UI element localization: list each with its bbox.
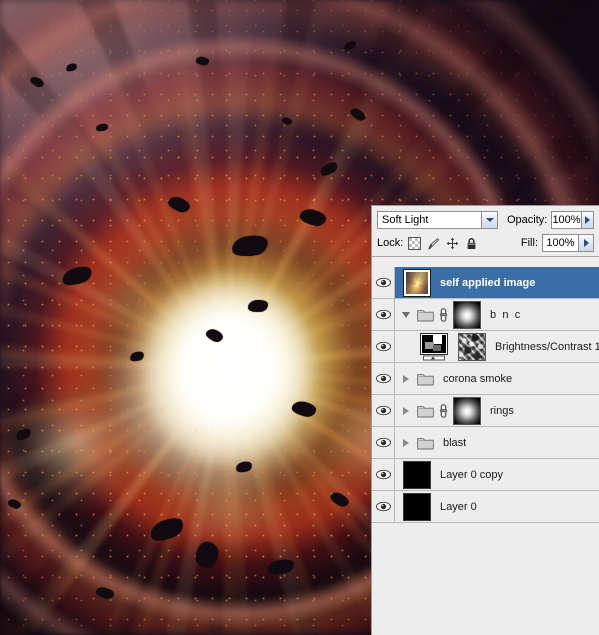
layer-name[interactable]: Layer 0 — [440, 501, 477, 513]
fill-input[interactable]: 100% — [542, 234, 578, 252]
blend-mode-combo[interactable]: Soft Light — [377, 211, 498, 229]
eye-icon[interactable] — [375, 501, 391, 512]
layer-row-layer-0[interactable]: Layer 0 — [372, 491, 599, 523]
layer-row-self-applied-image[interactable]: self applied image — [372, 267, 599, 299]
layer-thumbnail[interactable] — [403, 492, 431, 521]
layer-name[interactable]: Layer 0 copy — [440, 469, 503, 481]
disclosure-triangle-right-icon[interactable] — [399, 374, 413, 383]
layer-name[interactable]: rings — [490, 405, 514, 417]
opacity-label: Opacity: — [507, 214, 548, 226]
blend-mode-value[interactable]: Soft Light — [377, 211, 481, 229]
lock-fill-row: Lock: Fill: 100% — [377, 233, 594, 253]
layer-list-empty-area[interactable] — [372, 523, 599, 635]
layer-visibility-toggle[interactable] — [372, 363, 395, 394]
lock-transparent-pixels-icon[interactable] — [408, 236, 422, 250]
lock-label: Lock: — [377, 237, 404, 249]
layer-list[interactable]: self applied image b n c Brightness/Contra… — [372, 267, 599, 635]
layer-visibility-toggle[interactable] — [372, 267, 395, 298]
link-mask-icon[interactable] — [439, 307, 448, 322]
fill-label: Fill: — [520, 237, 538, 249]
layer-row-layer-0-copy[interactable]: Layer 0 copy — [372, 459, 599, 491]
disclosure-triangle-down-icon[interactable] — [399, 311, 413, 318]
layer-name[interactable]: Brightness/Contrast 1 — [495, 341, 599, 353]
layer-visibility-toggle[interactable] — [372, 491, 395, 522]
disclosure-triangle-right-icon[interactable] — [399, 438, 413, 447]
layer-row-blast[interactable]: blast — [372, 427, 599, 459]
layer-visibility-toggle[interactable] — [372, 299, 395, 330]
folder-icon — [417, 405, 434, 417]
opacity-slider-triangle-right-icon[interactable] — [580, 211, 594, 229]
folder-icon — [417, 437, 434, 449]
layer-visibility-toggle[interactable] — [372, 427, 395, 458]
fill-slider-triangle-right-icon[interactable] — [578, 234, 594, 252]
layer-name[interactable]: blast — [443, 437, 466, 449]
photoshop-screenshot: Soft Light Opacity: 100% Lock: Fill: 100… — [0, 0, 599, 635]
folder-icon — [417, 373, 434, 385]
opacity-input[interactable]: 100% — [551, 211, 581, 229]
lock-icon-group — [408, 236, 478, 250]
layer-thumbnail[interactable] — [403, 268, 431, 297]
layer-mask-thumbnail[interactable] — [453, 396, 481, 425]
layer-row-brightness-contrast-1[interactable]: Brightness/Contrast 1 — [372, 331, 599, 363]
lock-all-padlock-icon[interactable] — [465, 237, 478, 250]
folder-icon — [417, 309, 434, 321]
layer-visibility-toggle[interactable] — [372, 331, 395, 362]
eye-icon[interactable] — [375, 373, 391, 384]
layer-mask-thumbnail[interactable] — [458, 332, 486, 361]
blend-opacity-row: Soft Light Opacity: 100% — [377, 210, 594, 230]
layer-name[interactable]: self applied image — [440, 277, 535, 289]
layer-thumbnail[interactable] — [403, 460, 431, 489]
chevron-down-icon[interactable] — [481, 211, 498, 229]
panel-divider — [372, 256, 599, 257]
eye-icon[interactable] — [375, 437, 391, 448]
eye-icon[interactable] — [375, 341, 391, 352]
layer-row-rings[interactable]: rings — [372, 395, 599, 427]
layer-row-corona-smoke[interactable]: corona smoke — [372, 363, 599, 395]
layer-mask-thumbnail[interactable] — [453, 300, 481, 329]
link-mask-icon[interactable] — [439, 403, 448, 418]
eye-icon[interactable] — [375, 309, 391, 320]
eye-icon[interactable] — [375, 277, 391, 288]
layer-row-b-n-c[interactable]: b n c — [372, 299, 599, 331]
eye-icon[interactable] — [375, 405, 391, 416]
disclosure-triangle-right-icon[interactable] — [399, 406, 413, 415]
layer-name[interactable]: b n c — [490, 309, 522, 321]
lock-position-move-icon[interactable] — [446, 237, 459, 250]
layer-name[interactable]: corona smoke — [443, 373, 512, 385]
layer-visibility-toggle[interactable] — [372, 459, 395, 490]
brightness-contrast-icon[interactable] — [420, 332, 448, 361]
layers-panel-controls: Soft Light Opacity: 100% Lock: Fill: 100… — [372, 206, 599, 253]
layers-panel[interactable]: Soft Light Opacity: 100% Lock: Fill: 100… — [371, 205, 599, 635]
eye-icon[interactable] — [375, 469, 391, 480]
lock-image-pixels-brush-icon[interactable] — [427, 237, 440, 250]
layer-visibility-toggle[interactable] — [372, 395, 395, 426]
